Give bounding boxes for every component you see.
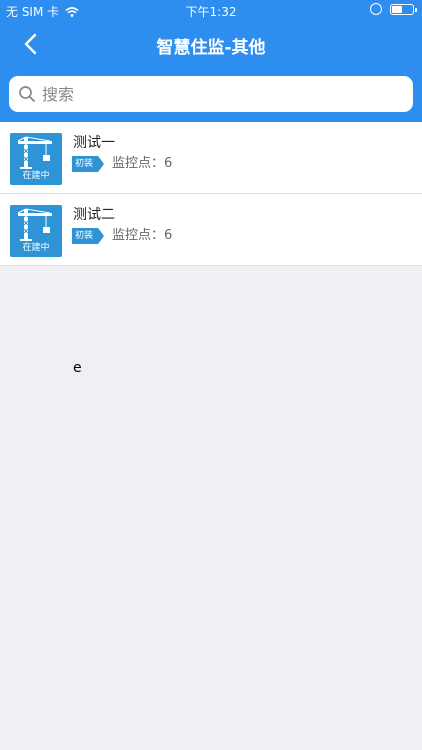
search-icon <box>19 86 35 102</box>
battery-tip <box>415 7 417 12</box>
page-title: 智慧住监-其他 <box>156 38 266 58</box>
clock: 下午1:32 <box>185 5 237 19</box>
monitor-value: 6 <box>164 156 173 171</box>
stage-tag: 初装 <box>72 228 105 244</box>
list-item[interactable]: 在建中 测试一 初装 监控点：6 <box>0 122 422 194</box>
status-right <box>370 3 417 15</box>
status-bar: 无 SIM 卡 下午1:32 <box>0 0 422 22</box>
status-label: 在建中 <box>22 171 50 181</box>
monitor-label: 监控点： <box>112 228 165 243</box>
item-title: 测试一 <box>73 135 115 151</box>
stray-text: e <box>73 360 82 376</box>
battery-icon <box>390 3 417 15</box>
crane-thumbnail: 在建中 <box>10 133 62 185</box>
monitor-value: 6 <box>164 228 173 243</box>
monitor-count: 监控点：6 <box>112 228 172 244</box>
tower-crane-icon <box>17 208 52 241</box>
crane-thumbnail: 在建中 <box>10 205 62 257</box>
list-item[interactable]: 在建中 测试二 初装 监控点：6 <box>0 194 422 266</box>
stage-tag: 初装 <box>72 156 105 172</box>
navigation-bar: 智慧住监-其他 <box>0 22 422 66</box>
tower-crane-icon <box>17 136 52 169</box>
search-input[interactable] <box>42 84 382 104</box>
item-title: 测试二 <box>73 207 115 223</box>
rotation-lock-icon <box>370 3 382 15</box>
status-label: 在建中 <box>22 243 50 253</box>
project-list: 在建中 测试一 初装 监控点：6 在建中 测试二 初装 监控点：6 <box>0 122 422 266</box>
battery-level <box>392 5 403 13</box>
monitor-count: 监控点：6 <box>112 156 172 172</box>
search-area <box>0 66 422 122</box>
monitor-label: 监控点： <box>112 156 165 171</box>
search-box[interactable] <box>9 76 413 112</box>
